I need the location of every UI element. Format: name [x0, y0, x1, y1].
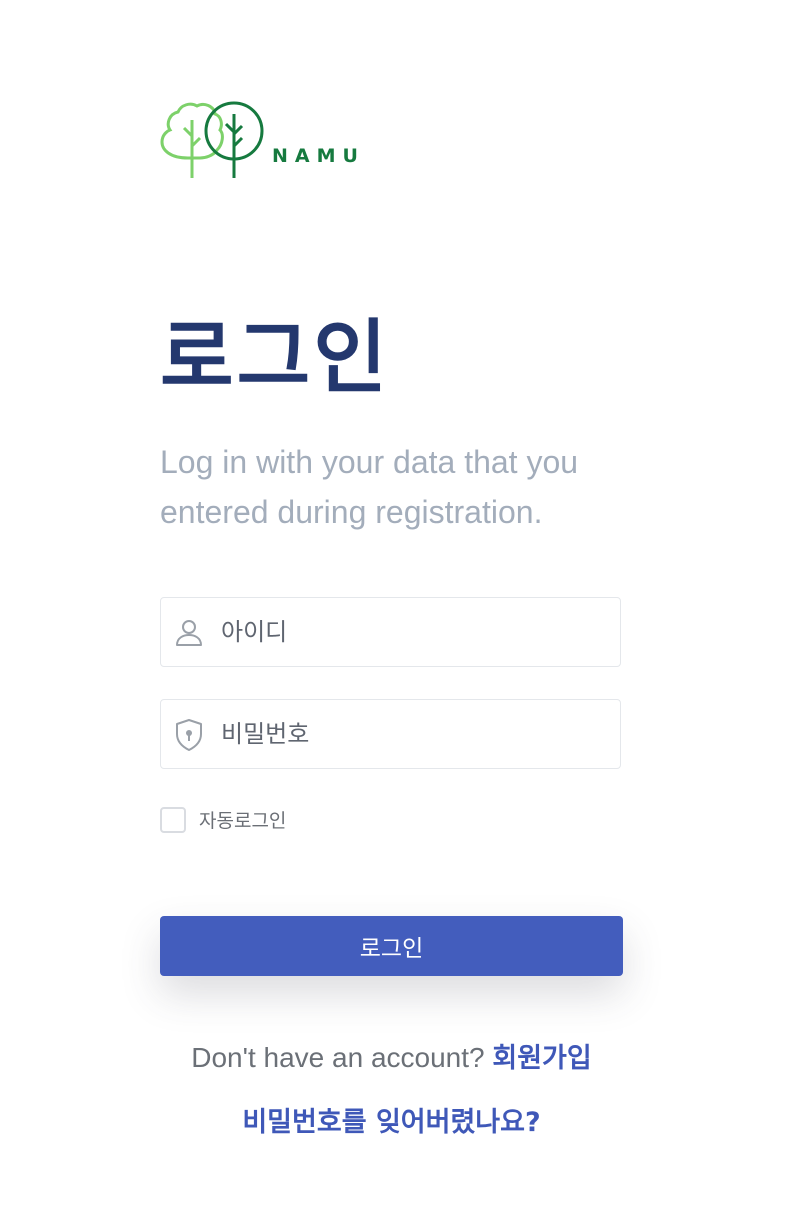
forgot-password-link[interactable]: 비밀번호를 잊어버렸나요? — [160, 1100, 623, 1139]
user-icon — [174, 616, 204, 648]
page-subtitle: Log in with your data that you entered d… — [160, 444, 579, 530]
brand-name: NAMU — [272, 145, 365, 167]
auto-login-checkbox[interactable] — [160, 806, 186, 833]
two-trees-icon — [160, 101, 264, 178]
login-button[interactable]: 로그인 — [160, 916, 623, 976]
id-input[interactable] — [221, 610, 601, 654]
auto-login-label: 자동로그인 — [199, 810, 287, 832]
signup-link[interactable]: 회원가입 — [492, 1043, 591, 1074]
signup-prompt: Don't have an account? 회원가입 — [160, 1036, 623, 1075]
auto-login-option[interactable]: 자동로그인 — [160, 806, 286, 833]
no-account-text: Don't have an account? — [191, 1042, 485, 1073]
password-input[interactable] — [221, 712, 601, 756]
id-field[interactable] — [160, 597, 621, 667]
page-title: 로그인 — [160, 311, 390, 404]
brand-logo — [160, 100, 270, 180]
shield-lock-icon — [174, 718, 204, 751]
password-field[interactable] — [160, 699, 621, 769]
